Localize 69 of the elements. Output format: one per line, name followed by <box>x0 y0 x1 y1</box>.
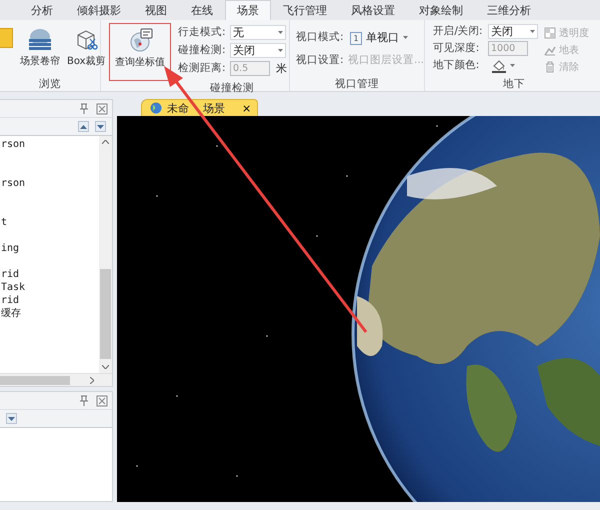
log-line: ing <box>1 242 20 255</box>
field-label: 行走模式: <box>178 25 227 39</box>
field-label: 视口模式: <box>296 30 345 44</box>
scroll-up-button[interactable] <box>78 121 89 132</box>
close-tab-button[interactable]: × <box>242 102 252 114</box>
number-field: 0.5 <box>230 60 270 76</box>
ribbon-tab[interactable]: 风格设置 <box>339 0 407 20</box>
field-label: 地下颜色: <box>433 58 480 72</box>
field-label: 检测距离: <box>178 61 227 75</box>
dropdown-field[interactable]: 关闭 <box>230 42 286 58</box>
group-label: 地下 <box>502 77 526 91</box>
down-triangle-icon <box>97 124 104 128</box>
caret-icon <box>278 49 283 52</box>
field-label: 可见深度: <box>433 41 480 55</box>
log-line: 缓存 <box>1 307 22 320</box>
chevron-up-icon <box>102 140 109 144</box>
caret-icon <box>530 30 535 33</box>
caret-icon <box>278 31 283 34</box>
caret-icon <box>510 64 515 66</box>
close-icon[interactable] <box>96 102 108 114</box>
ribbon-tab[interactable]: 飞行管理 <box>271 0 339 20</box>
field-label: 开启/关闭: <box>433 24 484 38</box>
ribbon-tab[interactable]: 三维分析 <box>475 0 543 20</box>
ribbon-tab[interactable]: 倾斜摄影 <box>65 0 133 20</box>
ribbon-tab[interactable]: 分析 <box>19 0 65 20</box>
ribbon-tab[interactable]: 对象绘制 <box>407 0 475 20</box>
curtain-icon <box>28 28 52 51</box>
group-label: 浏览 <box>38 77 62 91</box>
caret-icon <box>403 36 408 39</box>
ribbon-button[interactable]: 场景卷帘 <box>18 23 62 77</box>
pin-icon <box>78 102 90 114</box>
log-line: t <box>1 216 8 229</box>
chevron-right-icon <box>90 376 94 384</box>
dropdown-field[interactable]: 1 单视口 <box>348 30 410 44</box>
field-label: 碰撞检测: <box>178 43 227 57</box>
ribbon-tab[interactable]: 在线 <box>179 0 225 20</box>
log-line: rson <box>1 138 26 151</box>
log-line: rid <box>1 294 20 307</box>
viewport-layer-settings-link: 视口图层设置... <box>348 53 424 67</box>
highlight-icon <box>0 28 13 48</box>
group-label: 碰撞检测 <box>209 81 255 95</box>
log-line: rid <box>1 268 20 281</box>
dropdown-field[interactable]: 关闭 <box>488 24 538 38</box>
number-field: 1000 <box>488 40 528 56</box>
log-line: Task <box>1 281 26 294</box>
scene-tab[interactable]: 未命 场景 × <box>141 99 258 116</box>
vertical-scrollbar[interactable] <box>99 136 112 373</box>
scroll-down-button[interactable] <box>6 413 17 424</box>
horizontal-scrollbar[interactable] <box>0 373 112 386</box>
close-icon[interactable] <box>96 394 108 406</box>
field-label: 视口设置: <box>296 53 345 67</box>
checker-icon <box>544 26 556 38</box>
globe-query-icon <box>128 28 152 52</box>
up-triangle-icon <box>80 124 87 128</box>
viewport-count-icon: 1 <box>350 32 362 44</box>
ribbon-tab[interactable]: 场景 <box>225 0 271 20</box>
pin-icon <box>78 394 90 406</box>
chevron-down-icon <box>102 365 109 369</box>
dropdown-field[interactable]: 无 <box>230 24 286 40</box>
trash-icon <box>544 60 556 72</box>
globe-icon <box>150 102 162 114</box>
down-triangle-icon <box>8 416 15 420</box>
log-line: rson <box>1 177 26 190</box>
group-label: 视口管理 <box>334 77 380 91</box>
unit-label: 米 <box>276 60 287 76</box>
ribbon-button[interactable]: Box裁剪 <box>65 23 108 77</box>
ribbon-tab[interactable]: 视图 <box>133 0 179 20</box>
scroll-down-button[interactable] <box>95 121 106 132</box>
paint-bucket-icon <box>491 58 507 72</box>
